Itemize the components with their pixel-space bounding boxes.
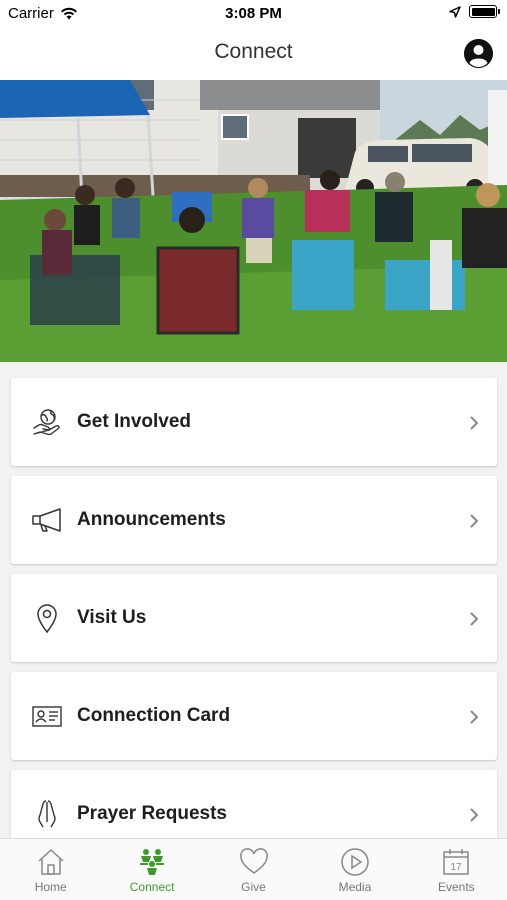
menu-item-label: Announcements xyxy=(77,509,226,530)
status-time: 3:08 PM xyxy=(225,5,282,22)
tab-label: Events xyxy=(437,880,475,894)
page-title: Connect xyxy=(214,40,293,63)
battery-icon xyxy=(469,5,500,18)
menu-item-label: Visit Us xyxy=(77,607,147,628)
chevron-right-icon xyxy=(470,612,478,626)
tab-label: Connect xyxy=(129,880,175,894)
location-arrow-icon xyxy=(449,5,461,18)
id-card-icon xyxy=(31,700,63,732)
home-icon xyxy=(38,849,64,875)
location-pin-icon xyxy=(31,602,63,634)
menu-item-connection-card[interactable]: Connection Card xyxy=(11,672,497,760)
people-icon xyxy=(140,849,165,875)
status-bar: Carrier 3:08 PM xyxy=(0,0,507,28)
connect-menu-list: Get Involved Announcements Visit Us Conn… xyxy=(11,378,497,868)
tab-label: Home xyxy=(34,880,67,894)
tab-media[interactable]: Media xyxy=(304,839,405,900)
chevron-right-icon xyxy=(470,514,478,528)
menu-item-visit-us[interactable]: Visit Us xyxy=(11,574,497,662)
play-icon xyxy=(341,848,369,876)
nav-bar: Connect xyxy=(0,28,507,80)
calendar-icon: 17 xyxy=(443,849,470,875)
menu-item-get-involved[interactable]: Get Involved xyxy=(11,378,497,466)
menu-item-label: Get Involved xyxy=(77,411,192,432)
menu-item-label: Prayer Requests xyxy=(77,803,227,824)
tab-events[interactable]: 17 Events xyxy=(406,839,507,900)
praying-hands-icon xyxy=(31,798,63,830)
menu-item-label: Connection Card xyxy=(77,705,231,726)
tab-home[interactable]: Home xyxy=(0,839,101,900)
user-avatar-icon xyxy=(464,39,493,68)
tab-label: Media xyxy=(338,880,372,894)
tab-bar: Home Connect Give Media 17 Events xyxy=(0,838,507,900)
menu-item-announcements[interactable]: Announcements xyxy=(11,476,497,564)
chevron-right-icon xyxy=(470,710,478,724)
hand-globe-icon xyxy=(31,406,63,438)
tab-label: Give xyxy=(241,880,266,894)
svg-text:17: 17 xyxy=(451,862,463,873)
tab-give[interactable]: Give xyxy=(203,839,304,900)
profile-button[interactable] xyxy=(464,39,493,68)
hero-image xyxy=(0,80,507,362)
megaphone-icon xyxy=(31,504,63,536)
heart-icon xyxy=(239,848,268,874)
tab-connect[interactable]: Connect xyxy=(101,839,202,900)
chevron-right-icon xyxy=(470,808,478,822)
chevron-right-icon xyxy=(470,416,478,430)
